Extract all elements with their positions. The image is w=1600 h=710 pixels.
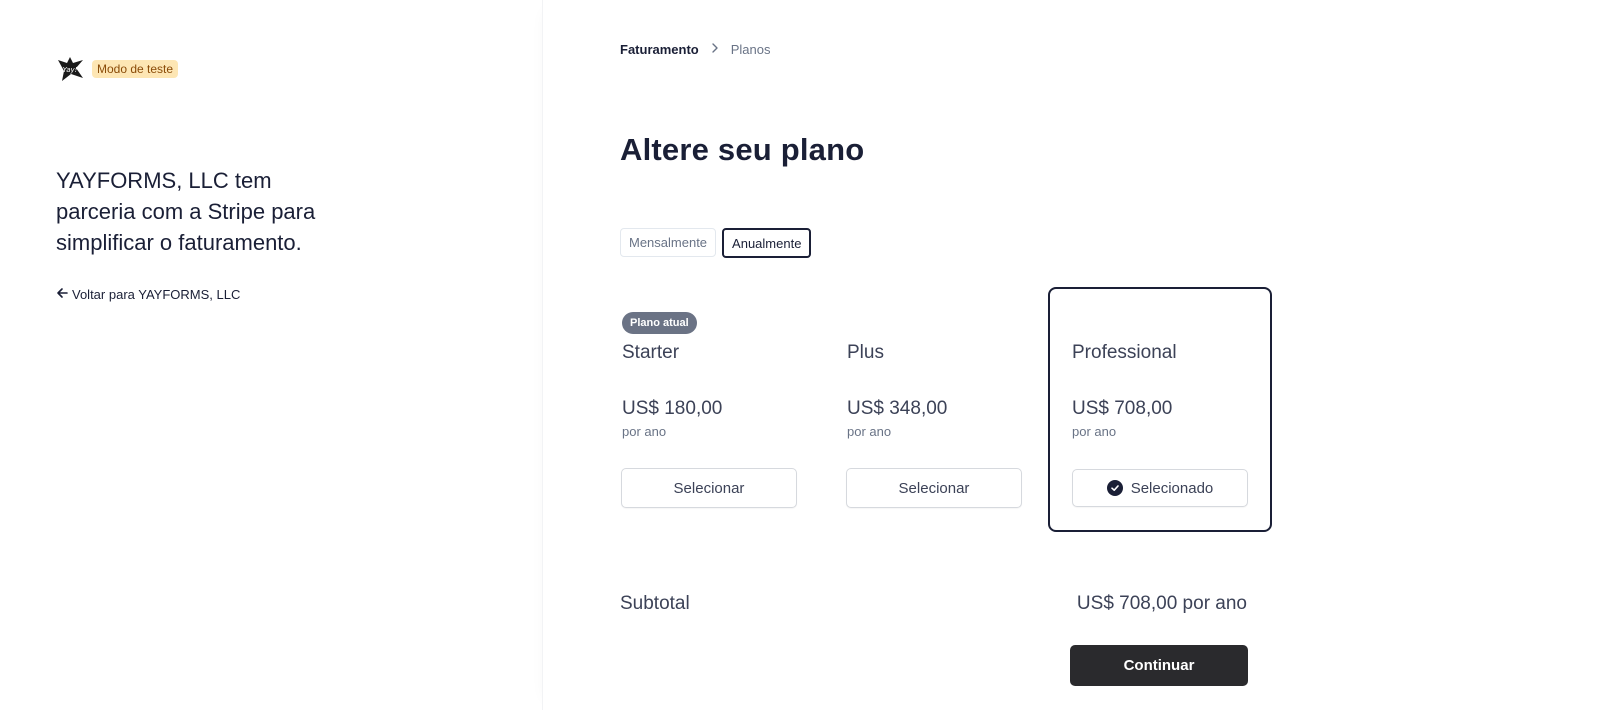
back-link[interactable]: Voltar para YAYFORMS, LLC bbox=[56, 287, 240, 302]
select-button-label: Selecionar bbox=[673, 479, 745, 497]
left-panel: Yay! Modo de teste YAYFORMS, LLC tem par… bbox=[0, 0, 543, 710]
yayforms-logo-icon: Yay! bbox=[56, 56, 84, 82]
breadcrumb-billing[interactable]: Faturamento bbox=[620, 42, 699, 57]
plan-name: Starter bbox=[622, 342, 680, 363]
test-mode-badge: Modo de teste bbox=[92, 60, 179, 78]
chevron-right-icon bbox=[711, 41, 719, 57]
monthly-toggle-button[interactable]: Mensalmente bbox=[620, 228, 717, 257]
plan-period: por ano bbox=[622, 424, 667, 439]
check-circle-icon bbox=[1106, 480, 1123, 496]
breadcrumb: Faturamento Planos bbox=[620, 41, 770, 57]
logo-text: Yay! bbox=[63, 66, 78, 74]
plan-name: Professional bbox=[1072, 342, 1177, 363]
select-button-label: Selecionar bbox=[898, 479, 970, 497]
select-plus-button[interactable]: Selecionar bbox=[846, 468, 1022, 508]
back-link-label: Voltar para YAYFORMS, LLC bbox=[72, 287, 241, 302]
current-plan-badge: Plano atual bbox=[622, 312, 697, 334]
arrow-left-icon bbox=[56, 287, 68, 302]
subtotal-value: US$ 708,00 por ano bbox=[1076, 593, 1247, 614]
brand: Yay! Modo de teste bbox=[56, 56, 179, 82]
plan-card-plus: Plus US$ 348,00 por ano Selecionar bbox=[845, 287, 1069, 532]
plan-price: US$ 348,00 bbox=[847, 398, 948, 419]
plan-card-professional: Professional US$ 708,00 por ano Selecion… bbox=[1048, 287, 1272, 532]
plan-price: US$ 708,00 bbox=[1072, 398, 1173, 419]
plan-period: por ano bbox=[847, 424, 892, 439]
select-starter-button[interactable]: Selecionar bbox=[621, 468, 797, 508]
page-title: Altere seu plano bbox=[620, 132, 865, 167]
billing-period-toggle: Mensalmente Anualmente bbox=[620, 228, 812, 258]
selected-professional-button[interactable]: Selecionado bbox=[1072, 469, 1248, 507]
plan-card-starter: Plano atual Starter US$ 180,00 por ano S… bbox=[620, 287, 844, 532]
plan-price: US$ 180,00 bbox=[622, 398, 723, 419]
selected-button-label: Selecionado bbox=[1130, 479, 1214, 497]
continue-button[interactable]: Continuar bbox=[1070, 645, 1248, 686]
plan-period: por ano bbox=[1072, 424, 1117, 439]
breadcrumb-plans: Planos bbox=[730, 41, 771, 57]
subtotal-label: Subtotal bbox=[620, 593, 690, 614]
plan-name: Plus bbox=[847, 342, 884, 363]
tagline: YAYFORMS, LLC tem parceria com a Stripe … bbox=[56, 168, 316, 255]
annual-toggle-button[interactable]: Anualmente bbox=[722, 228, 812, 258]
